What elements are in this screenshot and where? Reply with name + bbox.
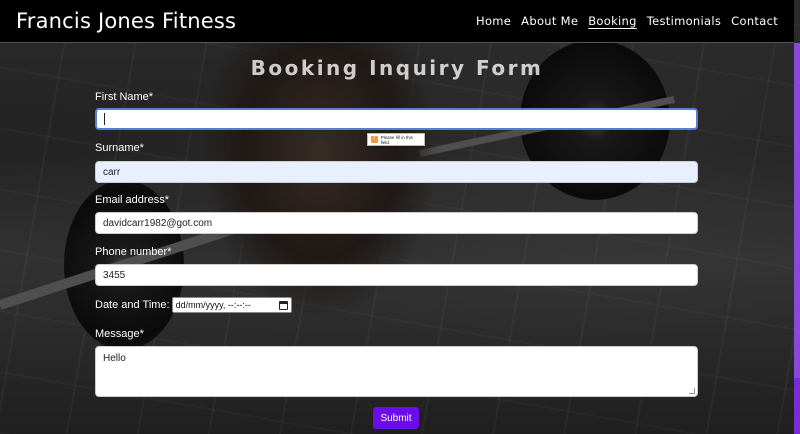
datetime-input[interactable]: dd/mm/yyyy, --:--:--	[171, 297, 292, 313]
brand-logo[interactable]: Francis Jones Fitness	[16, 9, 236, 33]
nav-home[interactable]: Home	[476, 14, 511, 28]
phone-label: Phone number*	[95, 246, 172, 258]
phone-value: 3455	[103, 269, 126, 281]
nav-contact[interactable]: Contact	[731, 14, 778, 28]
phone-input[interactable]: 3455	[95, 264, 698, 286]
text-cursor	[104, 113, 105, 125]
calendar-icon[interactable]	[278, 300, 288, 310]
surname-label: Surname*	[95, 142, 144, 154]
nav-testimonials[interactable]: Testimonials	[647, 14, 721, 28]
message-textarea[interactable]: Hello	[95, 346, 698, 397]
resize-handle-icon[interactable]	[689, 388, 695, 394]
first-name-label: First Name*	[95, 91, 154, 103]
nav-menu: Home About Me Booking Testimonials Conta…	[476, 14, 778, 28]
message-value: Hello	[103, 353, 126, 364]
datetime-label: Date and Time:	[95, 299, 170, 311]
validation-tooltip: ! Please fill in this field.	[367, 133, 425, 146]
email-value: davidcarr1982@got.com	[103, 217, 213, 229]
form-title: Booking Inquiry Form	[250, 56, 544, 80]
warning-icon: !	[371, 136, 378, 143]
email-label: Email address*	[95, 194, 169, 206]
nav-booking[interactable]: Booking	[588, 14, 637, 28]
nav-about-me[interactable]: About Me	[521, 14, 578, 28]
scrollbar[interactable]	[794, 43, 800, 434]
datetime-placeholder: dd/mm/yyyy, --:--:--	[175, 300, 251, 310]
message-label: Message*	[95, 328, 144, 340]
first-name-input[interactable]	[95, 108, 698, 130]
email-input[interactable]: davidcarr1982@got.com	[95, 212, 698, 234]
surname-value: carr	[103, 166, 121, 178]
submit-button[interactable]: Submit	[373, 407, 419, 429]
validation-message: Please fill in this field.	[380, 134, 413, 145]
datetime-row: Date and Time: dd/mm/yyyy, --:--:--	[95, 297, 292, 313]
surname-input[interactable]: carr	[95, 161, 698, 183]
navbar: Francis Jones Fitness Home About Me Book…	[0, 0, 794, 43]
